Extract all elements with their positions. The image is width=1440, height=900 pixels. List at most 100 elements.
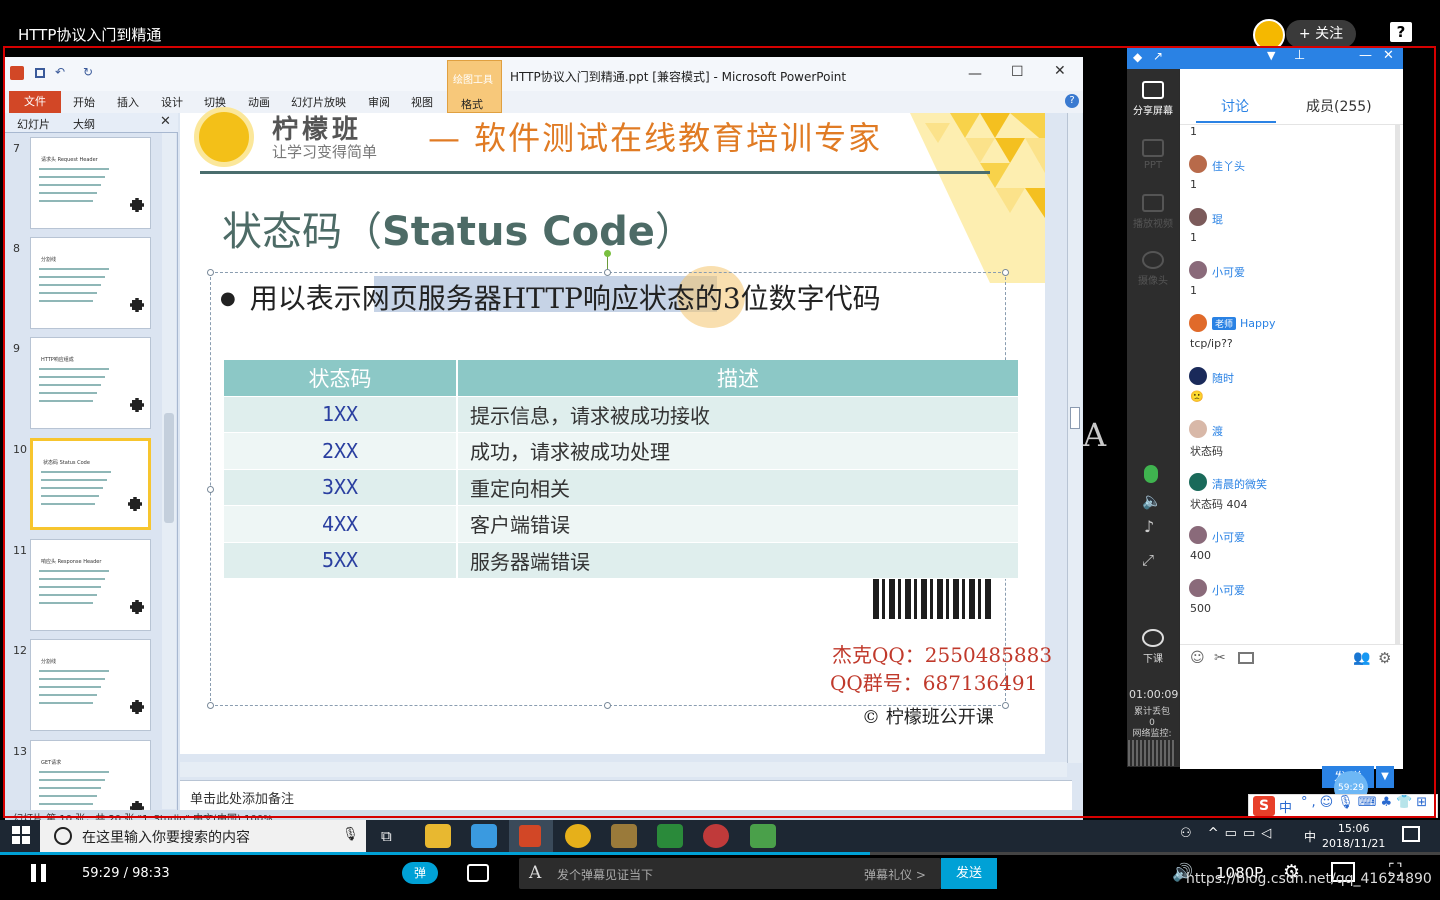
- pause-icon[interactable]: [31, 864, 36, 882]
- emoji-icon[interactable]: ☺: [1190, 650, 1205, 666]
- pane-tab-slides[interactable]: 幻灯片: [17, 116, 50, 132]
- close-icon[interactable]: ✕: [1054, 63, 1066, 79]
- money-app-icon[interactable]: [750, 824, 776, 848]
- resize-handle[interactable]: [604, 269, 611, 276]
- notes-pane[interactable]: 单击此处添加备注: [180, 780, 1072, 810]
- file-explorer-icon[interactable]: [425, 824, 451, 848]
- chat-username[interactable]: 老师 Happy: [1212, 317, 1276, 330]
- redo-icon[interactable]: ↻: [83, 65, 93, 79]
- danmaku-toggle[interactable]: 弹: [402, 862, 438, 884]
- camera-button[interactable]: 摄像头: [1127, 251, 1179, 287]
- danmaku-settings-icon[interactable]: [467, 864, 489, 882]
- undo-icon[interactable]: ↶: [55, 65, 65, 79]
- ime-toolbar[interactable]: S 中 °,☺🎙⌨♣👕⊞: [1248, 794, 1438, 818]
- powerpoint-taskbar-button[interactable]: [509, 820, 553, 852]
- scissors-icon[interactable]: ✂: [1214, 650, 1226, 666]
- minimize-icon[interactable]: —: [968, 66, 982, 82]
- pane-tab-outline[interactable]: 大纲: [73, 116, 95, 132]
- resize-handle[interactable]: [207, 486, 214, 493]
- chrome-icon[interactable]: [565, 824, 591, 848]
- task-view-icon[interactable]: ⧉: [381, 827, 392, 845]
- tab-insert[interactable]: 插入: [117, 94, 139, 110]
- tray-icons[interactable]: ⚇ ^▭▭◁: [1180, 826, 1277, 841]
- chat-username[interactable]: 小可爱: [1212, 582, 1245, 598]
- pane-scrollbar[interactable]: [162, 133, 176, 809]
- settings-gear-icon[interactable]: ⚙: [1378, 649, 1391, 667]
- slide-thumbnail[interactable]: HTTP响应组成: [30, 337, 151, 429]
- taskbar-clock[interactable]: 15:06 2018/11/21: [1322, 821, 1385, 851]
- chat-username[interactable]: 渡: [1212, 423, 1223, 439]
- pin-icon[interactable]: ◆: [1133, 50, 1142, 64]
- pin-top-icon[interactable]: ⊥: [1294, 48, 1305, 63]
- slide-canvas[interactable]: 柠檬班 让学习变得简单 — 软件测试在线教育培训专家 状态码（Status Co…: [180, 107, 1052, 754]
- slide-thumbnail[interactable]: 请求头 Request Header: [30, 137, 151, 229]
- ime-mode[interactable]: 中: [1279, 797, 1292, 816]
- user-avatar[interactable]: [1189, 208, 1207, 226]
- rotate-handle[interactable]: [604, 250, 611, 257]
- chat-username[interactable]: 佳丫头: [1212, 158, 1245, 174]
- maximize-icon[interactable]: ☐: [1011, 64, 1024, 80]
- tab-design[interactable]: 设计: [161, 94, 183, 110]
- music-icon[interactable]: ♪: [1144, 517, 1154, 536]
- chat-username[interactable]: 小可爱: [1212, 264, 1245, 280]
- font-style-icon[interactable]: A: [529, 863, 541, 883]
- chat-scrollbar[interactable]: [1395, 125, 1400, 645]
- user-avatar[interactable]: [1189, 367, 1207, 385]
- share-screen-button[interactable]: 分享屏幕: [1127, 81, 1179, 117]
- chat-username[interactable]: 琨: [1212, 211, 1223, 227]
- app-icon[interactable]: [471, 824, 497, 848]
- chat-username[interactable]: 清晨的微笑: [1212, 476, 1267, 492]
- pycharm-icon[interactable]: [657, 824, 683, 848]
- user-avatar[interactable]: [1189, 526, 1207, 544]
- tab-slideshow[interactable]: 幻灯片放映: [291, 94, 346, 110]
- microphone-icon[interactable]: [1144, 465, 1158, 483]
- resize-handle[interactable]: [1002, 702, 1009, 709]
- slide-thumbnail[interactable]: 分割线: [30, 237, 151, 329]
- user-avatar[interactable]: [1189, 579, 1207, 597]
- sublime-icon[interactable]: [611, 824, 637, 848]
- users-icon[interactable]: 👥: [1353, 650, 1370, 666]
- user-avatar[interactable]: [1189, 420, 1207, 438]
- danmaku-input[interactable]: A 发个弹幕见证当下 弹幕礼仪 >: [519, 858, 941, 889]
- ppt-button[interactable]: PPT: [1127, 139, 1179, 171]
- play-video-button[interactable]: 播放视频: [1127, 194, 1179, 230]
- tab-file[interactable]: 文件: [9, 91, 61, 113]
- tab-discussion[interactable]: 讨论: [1221, 96, 1249, 116]
- tab-members[interactable]: 成员(255): [1306, 96, 1372, 116]
- slide-horizontal-scrollbar[interactable]: [180, 762, 1067, 777]
- save-icon[interactable]: [35, 68, 45, 78]
- tab-view[interactable]: 视图: [411, 94, 433, 110]
- follow-button[interactable]: + 关注: [1286, 20, 1356, 48]
- user-avatar[interactable]: [1189, 473, 1207, 491]
- tray-ime[interactable]: 中: [1304, 828, 1316, 845]
- tab-review[interactable]: 审阅: [368, 94, 390, 110]
- end-class-button[interactable]: 下课: [1127, 629, 1179, 665]
- pane-close-icon[interactable]: ✕: [160, 114, 171, 129]
- share-icon[interactable]: ↗: [1153, 49, 1163, 63]
- resize-handle[interactable]: [207, 269, 214, 276]
- send-options-icon[interactable]: ▼: [1376, 766, 1394, 788]
- danmaku-send-button[interactable]: 发送: [941, 858, 997, 889]
- mic-icon[interactable]: 🎙: [342, 827, 359, 842]
- fullscreen-icon[interactable]: ⤢: [1142, 551, 1154, 569]
- user-avatar[interactable]: [1189, 314, 1207, 332]
- danmaku-etiquette-link[interactable]: 弹幕礼仪 >: [864, 866, 926, 883]
- slide-scroll-thumb[interactable]: [1070, 407, 1080, 429]
- help-circle-icon[interactable]: ?: [1065, 94, 1079, 108]
- chat-minimize-icon[interactable]: —: [1359, 48, 1372, 63]
- taskbar-search[interactable]: 在这里输入你要搜索的内容 🎙: [40, 820, 366, 852]
- chat-close-icon[interactable]: ✕: [1383, 48, 1394, 63]
- slide-thumbnail[interactable]: 分割线: [30, 639, 151, 731]
- dropdown-icon[interactable]: ▼: [1267, 49, 1275, 62]
- help-icon[interactable]: ?: [1390, 22, 1412, 42]
- resize-handle[interactable]: [1002, 269, 1009, 276]
- slide-thumbnail[interactable]: 状态码 Status Code: [30, 438, 151, 530]
- slide-vertical-scrollbar[interactable]: [1067, 113, 1082, 763]
- progress-bar[interactable]: [0, 852, 1440, 855]
- image-icon[interactable]: [1238, 652, 1254, 664]
- speaker-icon[interactable]: 🔈: [1142, 491, 1162, 510]
- chat-username[interactable]: 随时: [1212, 370, 1234, 386]
- pane-scroll-thumb[interactable]: [164, 413, 174, 523]
- resize-handle[interactable]: [604, 702, 611, 709]
- chat-username[interactable]: 小可爱: [1212, 529, 1245, 545]
